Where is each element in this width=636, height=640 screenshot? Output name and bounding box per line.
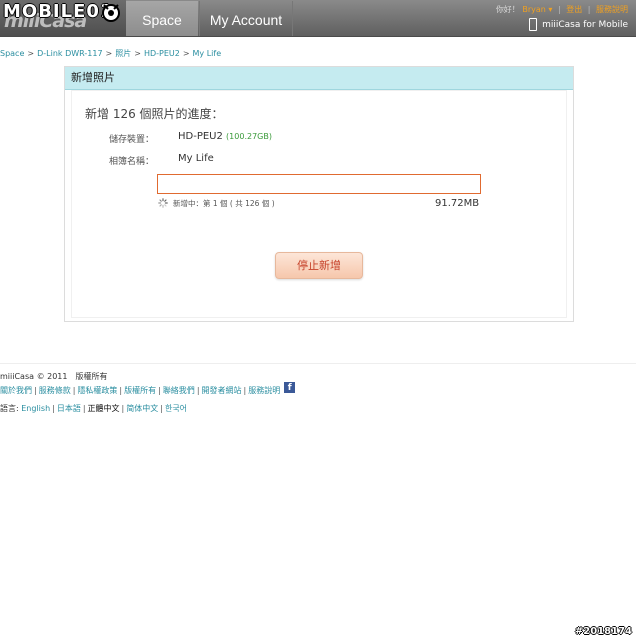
dropdown-arrow-icon: ▾ xyxy=(545,5,553,14)
mobile-app-link[interactable]: miiiCasa for Mobile xyxy=(529,18,628,31)
logo-area[interactable]: miiiCasa MOBILE01 xyxy=(0,0,126,36)
breadcrumb-item-device[interactable]: D-Link DWR-117 xyxy=(37,49,102,58)
breadcrumb: Space > D-Link DWR-117 > 照片 > HD-PEU2 > My Life xyxy=(0,48,221,59)
breadcrumb-separator: > xyxy=(182,49,190,58)
divider: | xyxy=(158,386,161,395)
username-dropdown[interactable]: Bryan ▾ xyxy=(522,5,552,14)
footer-link-privacy[interactable]: 隱私權政策 xyxy=(77,386,117,395)
progress-heading: 新增 126 個照片的進度： xyxy=(85,107,224,121)
device-name: HD-PEU2 xyxy=(178,131,223,142)
breadcrumb-separator: > xyxy=(134,49,141,58)
album-value: My Life xyxy=(178,153,214,164)
language-korean[interactable]: 한국어 xyxy=(165,404,187,413)
divider: | xyxy=(82,404,86,413)
divider: | xyxy=(52,404,55,413)
language-english[interactable]: English xyxy=(21,404,50,413)
footer-link-copyright[interactable]: 版權所有 xyxy=(124,386,156,395)
divider: | xyxy=(243,386,247,395)
device-capacity: (100.27GB) xyxy=(226,132,272,141)
footer-link-help[interactable]: 服務說明 xyxy=(248,386,280,395)
language-simplified-chinese[interactable]: 简体中文 xyxy=(126,404,158,413)
divider: | xyxy=(121,404,125,413)
loading-spinner-icon xyxy=(158,198,168,208)
divider: | xyxy=(34,386,37,395)
upload-progress-bar xyxy=(157,174,481,194)
footer-link-developers[interactable]: 開發者網站 xyxy=(202,386,242,395)
device-value: HD-PEU2 (100.27GB) xyxy=(178,131,272,142)
footer-divider xyxy=(0,363,636,364)
album-label: 相簿名稱： xyxy=(109,157,155,167)
breadcrumb-item-album[interactable]: My Life xyxy=(193,49,222,58)
mobile-link-label: miiiCasa for Mobile xyxy=(542,20,628,30)
panel-body xyxy=(71,90,567,318)
breadcrumb-separator: > xyxy=(27,49,35,58)
username-label: Bryan xyxy=(522,5,546,14)
breadcrumb-item-space[interactable]: Space xyxy=(0,49,24,58)
footer-link-about[interactable]: 關於我們 xyxy=(0,386,32,395)
footer-link-contact[interactable]: 聯絡我們 xyxy=(163,386,195,395)
footer-link-terms[interactable]: 服務條款 xyxy=(39,386,71,395)
panel-header: 新增照片 xyxy=(65,67,573,90)
language-japanese[interactable]: 日本語 xyxy=(57,404,81,413)
watermark-text: MOBILE01 xyxy=(3,1,114,22)
phone-icon xyxy=(529,18,538,31)
add-photos-panel: 新增照片 新增 126 個照片的進度： 儲存裝置： HD-PEU2 (100.2… xyxy=(64,66,574,322)
divider: | xyxy=(557,5,561,14)
language-label: 語言: xyxy=(0,404,19,413)
footer-links: 關於我們 | 服務條款 | 隱私權政策 | 版權所有 | 聯絡我們 | 開發者網站 | 服務說明 f xyxy=(0,382,296,396)
divider: | xyxy=(587,5,591,14)
help-link[interactable]: 服務說明 xyxy=(596,5,628,14)
language-traditional-chinese[interactable]: 正體中文 xyxy=(88,404,120,413)
breadcrumb-separator: > xyxy=(105,49,113,58)
divider: | xyxy=(119,386,123,395)
tab-my-account[interactable]: My Account xyxy=(199,1,293,36)
divider: | xyxy=(160,404,163,413)
divider: | xyxy=(196,386,200,395)
device-label: 儲存裝置： xyxy=(109,135,155,145)
user-menu: 你好！ Bryan ▾ | 登出 | 服務說明 xyxy=(496,4,628,15)
watermark-icon xyxy=(102,4,120,22)
breadcrumb-item-drive[interactable]: HD-PEU2 xyxy=(144,49,180,58)
tab-space[interactable]: Space xyxy=(126,1,198,36)
breadcrumb-item-photos[interactable]: 照片 xyxy=(115,49,131,58)
watermark-id: #2018174 xyxy=(574,626,632,637)
stop-adding-button[interactable]: 停止新增 xyxy=(275,252,363,279)
greeting-text: 你好！ xyxy=(495,5,520,14)
language-selector: 語言: English | 日本語 | 正體中文 | 简体中文 | 한국어 xyxy=(0,403,187,414)
upload-status-text: 新增中：第 1 個 ( 共 126 個 ) xyxy=(173,199,275,208)
copyright-text: miiiCasa © 2011 版權所有 xyxy=(0,372,108,381)
logout-link[interactable]: 登出 xyxy=(566,5,582,14)
upload-size-text: 91.72MB xyxy=(435,198,480,209)
top-navigation-bar: miiiCasa MOBILE01 Space My Account 你好！ B… xyxy=(0,0,636,37)
divider: | xyxy=(72,386,76,395)
facebook-icon[interactable]: f xyxy=(284,382,296,393)
panel-title: 新增照片 xyxy=(71,71,115,84)
